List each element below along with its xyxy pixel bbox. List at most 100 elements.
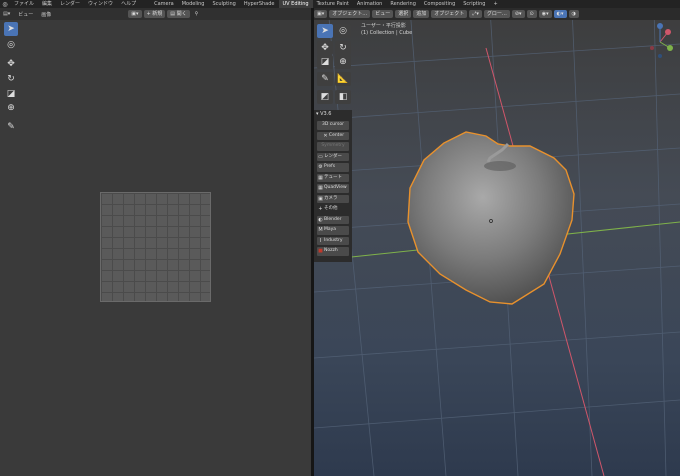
tab-animation[interactable]: Animation [353,0,387,8]
menu-edit[interactable]: 編集 [38,0,56,8]
nav-gizmo[interactable] [650,23,673,58]
annotate-3d-tool-icon[interactable]: ✎ [317,72,333,86]
mode-dropdown[interactable]: オブジェクト… [329,10,371,18]
tab-sculpting[interactable]: Sculpting [208,0,239,8]
panel-item-label: QuadView [324,185,347,190]
tab-scripting[interactable]: Scripting [459,0,489,8]
panel-item-center[interactable]: ✕ Center [317,131,349,140]
overlay-icon[interactable]: ◐▾ [553,10,567,18]
uv-grid [100,192,211,302]
menu-help[interactable]: ヘルプ [117,0,140,8]
panel-item-nozzh[interactable]: ■ Nozzh [317,247,349,256]
gizmo-z-icon[interactable] [657,23,663,29]
extrude-tool-icon[interactable]: ◧ [335,90,351,104]
blender-logo-icon[interactable]: ◎ [0,0,10,8]
proportional-icon[interactable]: ⊙ [526,10,537,18]
panel-item-label: テュート [324,174,342,180]
panel-item-camera[interactable]: ▣ カメラ [317,194,349,203]
uv-view-menu[interactable]: ビュー [15,11,36,18]
tab-camera[interactable]: Camera [150,0,178,8]
panel-item-symmetry[interactable]: Symmetry [317,142,349,151]
maya-icon: M [318,227,323,233]
gizmo-x-icon[interactable] [665,29,671,35]
tab-rendering[interactable]: Rendering [386,0,420,8]
plus-icon: + [318,206,323,212]
tab-modeling[interactable]: Modeling [178,0,209,8]
panel-item-other[interactable]: + その他 [317,205,349,214]
object-menu[interactable]: オブジェクト [431,10,468,18]
panel-item-label: Industry [324,237,343,243]
rotate-tool-icon[interactable]: ↻ [4,72,18,86]
select-menu[interactable]: 選択 [395,10,412,18]
panel-item-tute[interactable]: ▦ テュート [317,173,349,182]
editor-type-icon[interactable]: ▤▾ [0,11,13,17]
addon-panel: ▾ V3.6 3D cursor ✕ Center Symmetry ▭ レンダー … [314,110,352,262]
industry-icon: I [319,237,322,244]
transform-orientation-label: グロー… [486,11,507,17]
menu-render[interactable]: レンダー [56,0,84,8]
render-icon: ▭ [318,153,323,160]
uv-image-menu[interactable]: 画像 [38,11,54,18]
panel-item-render[interactable]: ▭ レンダー [317,152,349,161]
camera-icon: ▣ [318,195,323,202]
panel-item-label: Center [328,132,345,138]
view-menu[interactable]: ビュー [372,10,394,18]
panel-item-industry[interactable]: I Industry [317,236,349,245]
panel-item-quadview[interactable]: ▦ QuadView [317,184,349,193]
uv-editor[interactable]: ▤▾ ビュー 画像 ▣▾ + 新規 ▤ 開く ⚲ ➤ ◎ ✥ ↻ ◪ ⊕ ✎ [0,8,311,476]
new-image-button[interactable]: + 新規 [143,10,166,18]
panel-item-prefs[interactable]: ⚙ Prefs [317,163,349,172]
menu-file[interactable]: ファイル [10,0,38,8]
transform-tool-icon[interactable]: ⊕ [4,101,18,115]
pin-icon[interactable]: ⚲ [192,11,202,17]
blender-icon: ◐ [318,216,323,223]
select-tool-icon[interactable]: ➤ [4,22,18,36]
panel-item-label: カメラ [324,195,338,201]
tab-compositing[interactable]: Compositing [420,0,459,8]
rotate-3d-tool-icon[interactable]: ↻ [335,41,351,55]
visibility-icon[interactable]: ◉▾ [538,10,552,18]
image-browse-button[interactable]: ▣▾ [128,10,142,18]
transform-orientation-dropdown[interactable]: グロー… [483,10,510,18]
panel-item-label: Maya [324,227,337,232]
tab-hypershade[interactable]: HyperShade [240,0,279,8]
open-image-label: 開く [176,11,187,17]
measure-tool-icon[interactable]: 📐 [335,72,351,86]
transform-3d-tool-icon[interactable]: ⊕ [335,55,351,69]
add-workspace-button[interactable]: + [489,0,501,8]
tab-texture-paint[interactable]: Texture Paint [313,0,353,8]
panel-item-label: Prefs [324,164,336,169]
add-menu[interactable]: 追加 [413,10,430,18]
gizmo-y-icon[interactable] [667,45,673,51]
panel-title[interactable]: ▾ V3.6 [314,110,352,119]
snap-icon[interactable]: ⊘▾ [511,10,525,18]
panel-item-label: 3D cursor [322,122,344,127]
scale-3d-tool-icon[interactable]: ◪ [317,55,333,69]
menu-window[interactable]: ウィンドウ [84,0,117,8]
select-box-tool-icon[interactable]: ➤ [317,24,333,38]
panel-item-blender[interactable]: ◐ Blender [317,215,349,224]
move-3d-tool-icon[interactable]: ✥ [317,41,333,55]
editor-type-button[interactable]: ▣▾ [314,10,328,18]
pivot-button[interactable]: ⤢▾ [469,10,482,18]
annotate-tool-icon[interactable]: ✎ [4,120,18,134]
panel-item-maya[interactable]: M Maya [317,226,349,235]
cursor-tool-icon[interactable]: ◎ [4,38,18,52]
open-image-button[interactable]: ▤ 開く [167,10,190,18]
scale-tool-icon[interactable]: ◪ [4,87,18,101]
move-tool-icon[interactable]: ✥ [4,57,18,71]
uv-editor-header: ▤▾ ビュー 画像 ▣▾ + 新規 ▤ 開く ⚲ [0,8,311,20]
panel-item-3d-cursor[interactable]: 3D cursor [317,121,349,130]
main-menu: ファイル 編集 レンダー ウィンドウ ヘルプ [10,0,140,8]
tab-uv-editing[interactable]: UV Editing [278,0,313,8]
nozzh-icon: ■ [318,248,323,254]
panel-item-label: その他 [324,206,338,211]
panel-item-label: Blender [324,216,342,222]
center-icon: ✕ [323,132,328,139]
add-cube-tool-icon[interactable]: ◩ [317,90,333,104]
shading-icon[interactable]: ◑ [568,10,579,18]
gear-icon: ⚙ [318,164,323,170]
3d-viewport[interactable]: ▣▾ オブジェクト… ビュー 選択 追加 オブジェクト ⤢▾ グロー… ⊘▾ ⊙… [314,8,680,476]
3d-cursor-tool-icon[interactable]: ◎ [335,24,351,38]
panel-item-label: Symmetry [321,143,345,148]
